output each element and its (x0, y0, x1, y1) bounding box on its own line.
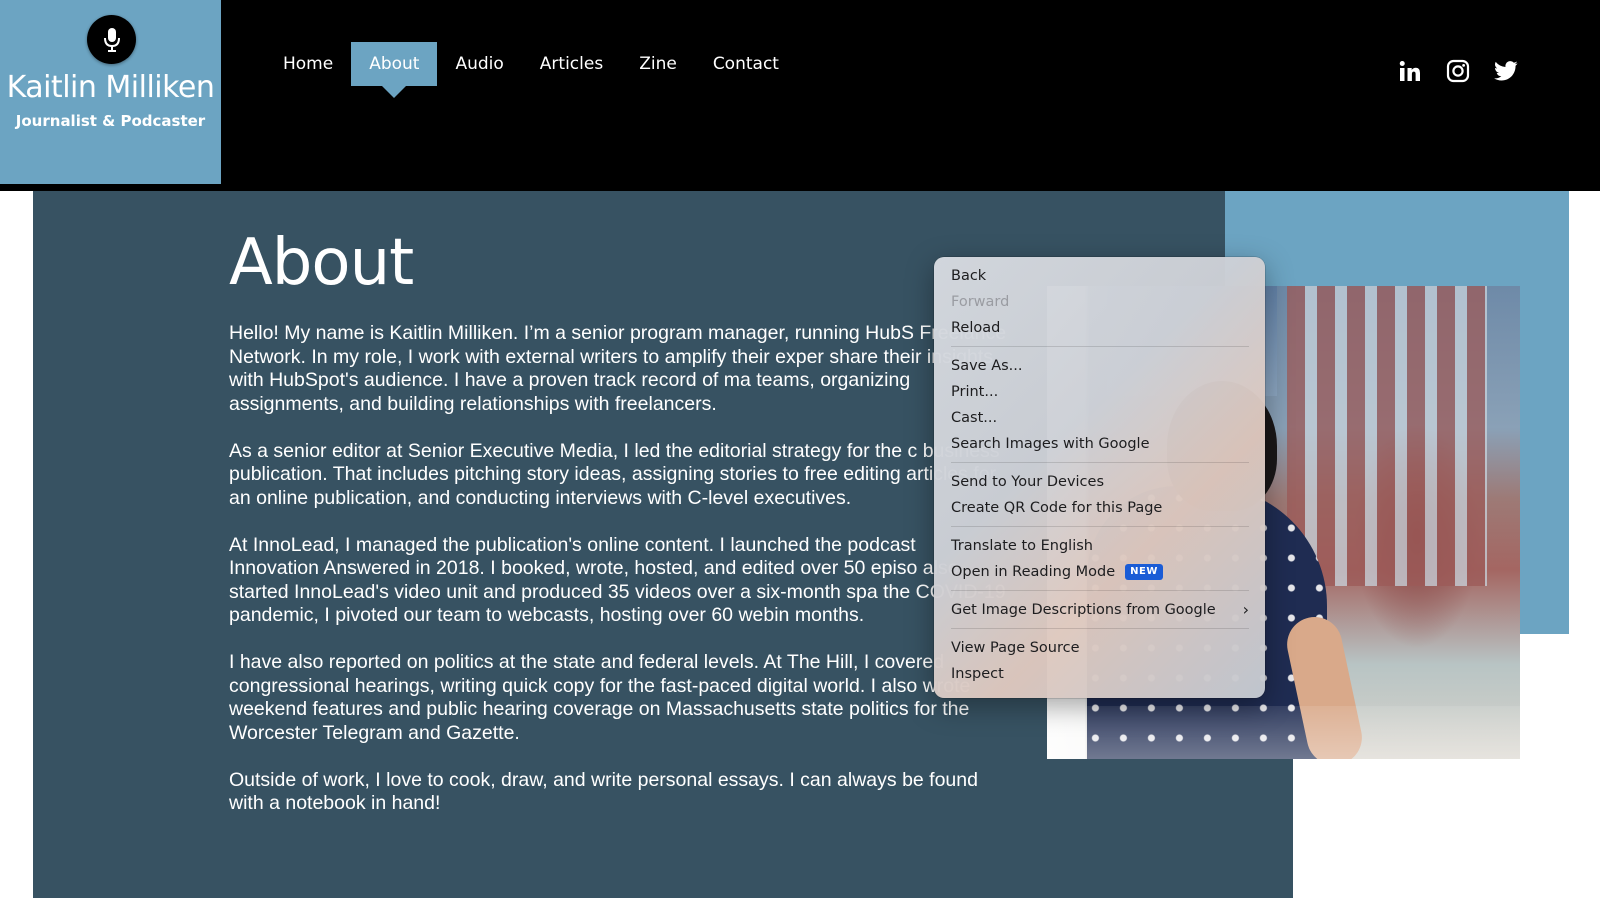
menu-item-label: Get Image Descriptions from Google (951, 602, 1216, 618)
menu-item-send-to-devices[interactable]: Send to Your Devices (934, 469, 1265, 495)
nav-zine[interactable]: Zine (621, 42, 695, 86)
new-badge: NEW (1125, 564, 1163, 580)
twitter-icon[interactable] (1493, 58, 1519, 84)
menu-item-forward: Forward (951, 294, 1010, 310)
menu-item-reading-mode[interactable]: Open in Reading Mode NEW (934, 559, 1265, 585)
menu-item-reload[interactable]: Reload (934, 315, 1265, 341)
linkedin-icon[interactable] (1397, 58, 1423, 84)
menu-item-save-as[interactable]: Save As... (934, 353, 1265, 379)
bio-text: Hello! My name is Kaitlin Milliken. I’m … (229, 322, 1009, 839)
nav-about[interactable]: About (351, 42, 438, 86)
photo-window-ledge (1047, 706, 1520, 759)
bio-paragraph: I have also reported on politics at the … (229, 651, 971, 744)
menu-item-translate[interactable]: Translate to English (934, 533, 1265, 559)
menu-item-view-source[interactable]: View Page Source (934, 635, 1265, 661)
menu-separator (951, 346, 1249, 347)
site-header: Kaitlin Milliken Journalist & Podcaster … (0, 0, 1600, 191)
page-title: About (229, 226, 414, 300)
menu-separator (951, 590, 1249, 591)
nav-home[interactable]: Home (265, 42, 351, 86)
menu-item-create-qr[interactable]: Create QR Code for this Page (934, 495, 1265, 521)
site-tagline: Journalist & Podcaster (15, 112, 206, 130)
social-links (1397, 58, 1519, 84)
nav-contact[interactable]: Contact (695, 42, 797, 86)
menu-item-back[interactable]: Back (934, 263, 1265, 289)
menu-item-inspect[interactable]: Inspect (934, 661, 1265, 687)
browser-context-menu: Back Forward Reload Save As... Print... … (934, 257, 1265, 698)
bio-paragraph: At InnoLead, I managed the publication's… (229, 533, 1006, 627)
photo-building-brick (1287, 286, 1487, 586)
bio-paragraph: Outside of work, I love to cook, draw, a… (229, 768, 978, 815)
nav-articles[interactable]: Articles (522, 42, 621, 86)
bio-paragraph: Hello! My name is Kaitlin Milliken. I’m … (229, 322, 1007, 415)
nav-audio[interactable]: Audio (437, 42, 521, 86)
bio-paragraph: As a senior editor at Senior Executive M… (229, 439, 1000, 509)
menu-separator (951, 628, 1249, 629)
menu-separator (951, 462, 1249, 463)
menu-item-image-descriptions[interactable]: Get Image Descriptions from Google › (934, 597, 1265, 623)
menu-item-cast[interactable]: Cast... (934, 405, 1265, 431)
menu-item-print[interactable]: Print... (934, 379, 1265, 405)
menu-item-label: Open in Reading Mode (951, 564, 1116, 580)
microphone-icon (87, 15, 136, 64)
menu-separator (951, 526, 1249, 527)
menu-item-search-images[interactable]: Search Images with Google (934, 431, 1265, 457)
main-nav: Home About Audio Articles Zine Contact (265, 42, 797, 86)
site-name: Kaitlin Milliken (6, 70, 215, 105)
chevron-right-icon: › (1242, 600, 1249, 619)
site-logo[interactable]: Kaitlin Milliken Journalist & Podcaster (0, 0, 221, 184)
instagram-icon[interactable] (1445, 58, 1471, 84)
